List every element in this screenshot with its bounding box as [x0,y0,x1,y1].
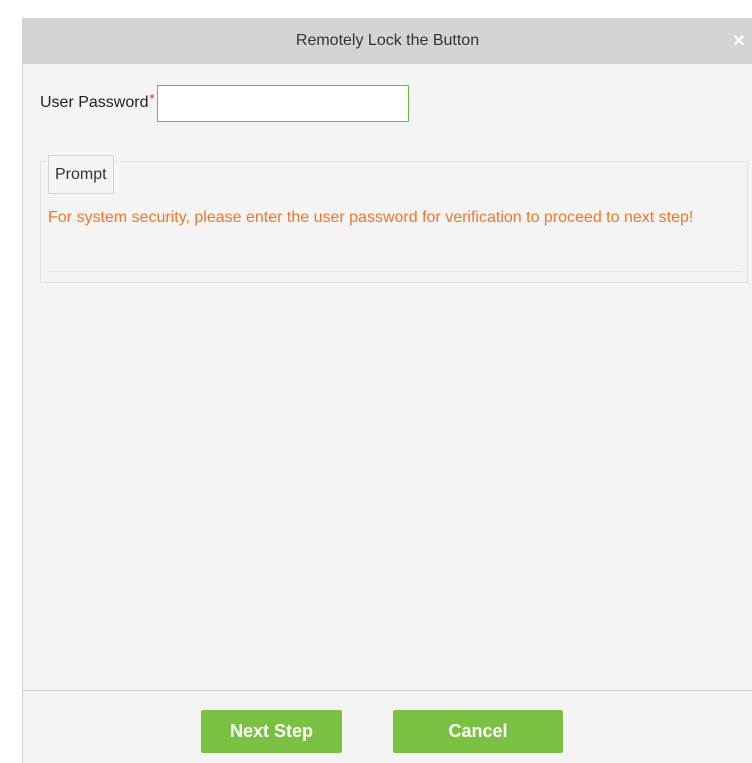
footer-divider [23,690,752,691]
next-step-button[interactable]: Next Step [201,710,342,753]
close-icon[interactable]: × [728,29,750,53]
prompt-legend: Prompt [48,155,114,194]
page: Remotely Lock the Button × User Password… [0,0,752,763]
required-marker: * [149,90,155,106]
remote-lock-dialog: Remotely Lock the Button × User Password… [22,18,752,763]
cancel-button[interactable]: Cancel [393,710,563,753]
prompt-box: Prompt For system security, please enter… [40,155,748,283]
password-field-row: User Password * [40,84,409,122]
prompt-message: For system security, please enter the us… [48,209,694,226]
dialog-title: Remotely Lock the Button [295,32,480,49]
password-label: User Password [40,94,149,111]
password-input[interactable] [156,84,409,122]
dialog-titlebar: Remotely Lock the Button × [23,18,752,64]
prompt-divider [48,271,742,272]
